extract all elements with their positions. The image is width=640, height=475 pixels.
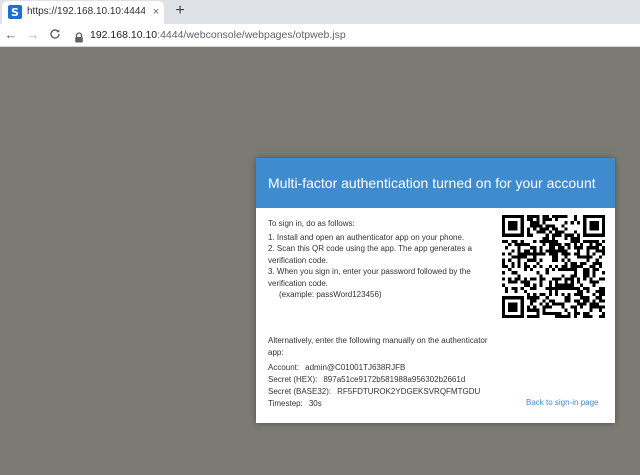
mfa-dialog: Multi-factor authentication turned on fo… [256, 158, 615, 423]
manual-entry: Alternatively, enter the following manua… [268, 335, 518, 410]
close-tab-icon[interactable]: × [150, 5, 162, 19]
instruction-step: 3. When you sign in, enter your password… [268, 267, 471, 276]
account-label: Account: [268, 363, 300, 372]
secret-hex-value: 897a51ce9172b581988a956302b2661d [323, 375, 466, 384]
instructions: To sign in, do as follows: 1. Install an… [268, 218, 496, 301]
timestep-value: 30s [308, 399, 322, 408]
url-path: :4444/webconsole/webpages/otpweb.jsp [157, 29, 346, 41]
dialog-title: Multi-factor authentication turned on fo… [268, 175, 596, 191]
secret-base32-value: RF5FDTUROK2YDGEKSVRQFMTGDU [337, 387, 481, 396]
tab-strip: S https://192.168.10.10:4444/webco × + [0, 0, 640, 24]
password-example: (example: passWord123456) [279, 290, 382, 299]
instructions-intro: To sign in, do as follows: [268, 219, 355, 228]
dialog-header: Multi-factor authentication turned on fo… [256, 158, 615, 208]
back-to-sign-in-link[interactable]: Back to sign-in page [526, 398, 599, 407]
account-value: admin@C01001TJ638RJFB [305, 363, 406, 372]
qr-code-image [502, 215, 605, 318]
manual-entry-intro-cont: app: [268, 348, 284, 357]
secret-base32-label: Secret (BASE32): [268, 387, 332, 396]
browser-toolbar: ← → 192.168.10.10:4444/webconsole/webpag… [0, 24, 640, 47]
new-tab-button[interactable]: + [172, 3, 188, 19]
forward-arrow-icon[interactable]: → [26, 28, 40, 42]
secret-hex-row: Secret (HEX): 897a51ce9172b581988a956302b… [268, 374, 518, 386]
lock-icon[interactable] [74, 30, 84, 43]
instruction-step: verification code. [268, 278, 329, 288]
timestep-row: Timestep: 30s [268, 398, 518, 410]
tab-title: https://192.168.10.10:4444/webco [27, 6, 145, 17]
timestep-label: Timestep: [268, 399, 303, 408]
account-row: Account: admin@C01001TJ638RJFB [268, 362, 518, 374]
back-arrow-icon[interactable]: ← [4, 28, 18, 42]
instruction-step: 2. Scan this QR code using the app. The … [268, 244, 472, 253]
secret-base32-row: Secret (BASE32): RF5FDTUROK2YDGEKSVRQFMTG… [268, 386, 518, 398]
instruction-step: verification code. [268, 255, 329, 265]
browser-tab[interactable]: S https://192.168.10.10:4444/webco × [2, 1, 164, 24]
url-host: 192.168.10.10 [90, 29, 158, 41]
favicon-icon: S [8, 5, 22, 19]
reload-icon[interactable] [48, 28, 62, 42]
manual-entry-intro: Alternatively, enter the following manua… [268, 336, 488, 345]
instruction-step: 1. Install and open an authenticator app… [268, 232, 465, 242]
secret-hex-label: Secret (HEX): [268, 375, 318, 384]
address-bar[interactable]: 192.168.10.10:4444/webconsole/webpages/o… [90, 29, 346, 41]
